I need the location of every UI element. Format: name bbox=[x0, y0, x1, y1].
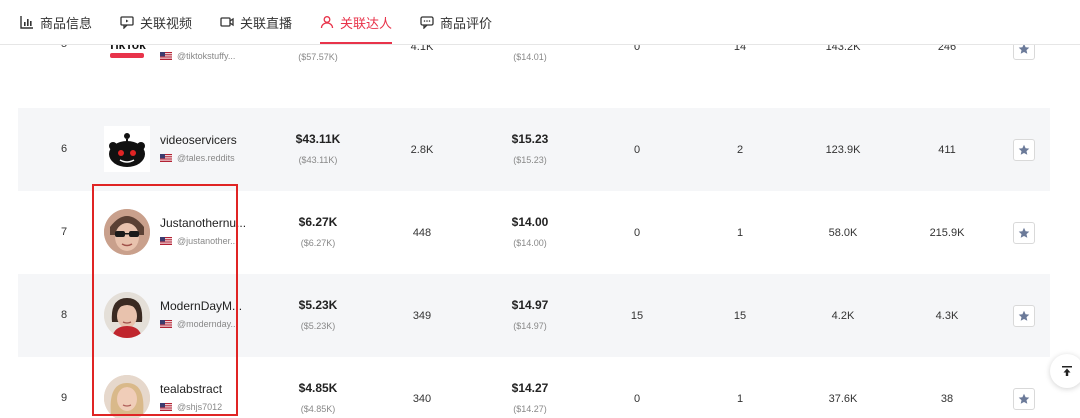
tab-related-creators[interactable]: 关联达人 bbox=[320, 0, 393, 44]
price-value: $14.27 bbox=[511, 381, 549, 395]
tab-label: 商品信息 bbox=[40, 15, 93, 31]
creator-handle-line: @modernday... bbox=[160, 319, 238, 329]
price-sub: ($14.01) bbox=[513, 52, 547, 62]
metric-2: 1 bbox=[736, 393, 744, 405]
price-sub: ($14.97) bbox=[513, 321, 547, 331]
creator-handle: @shjs7012 bbox=[177, 402, 223, 412]
gmv-sub: ($43.11K) bbox=[298, 155, 338, 165]
metric-4: 4.3K bbox=[935, 310, 959, 322]
metric-4: 411 bbox=[938, 144, 956, 156]
creator-handle-line: @tales.reddits bbox=[160, 153, 235, 163]
person-dark-hair-avatar[interactable] bbox=[104, 292, 150, 338]
person-blonde-avatar[interactable] bbox=[104, 375, 150, 418]
creator-name[interactable]: videoservicers bbox=[160, 133, 237, 147]
rank: 6 bbox=[60, 143, 68, 155]
creator-name[interactable]: ModernDayM... bbox=[160, 299, 242, 313]
back-to-top-button[interactable] bbox=[1050, 354, 1080, 388]
creator-name[interactable]: Justanothernu... bbox=[160, 216, 246, 230]
price-value: $15.23 bbox=[511, 132, 549, 146]
rank: 7 bbox=[60, 226, 68, 238]
creator-handle: @tiktokstuffy... bbox=[177, 51, 236, 61]
table-row[interactable]: 6 videoservicers @tales.reddits $43.11K … bbox=[18, 108, 1050, 191]
creator-name[interactable]: tealabstract bbox=[160, 382, 222, 396]
metric-1: 15 bbox=[630, 310, 644, 322]
gmv-value: $5.23K bbox=[298, 298, 338, 312]
metric-2: 1 bbox=[736, 227, 744, 239]
gmv-sub: ($57.57K) bbox=[298, 52, 338, 62]
sold-count: 2.8K bbox=[410, 144, 434, 156]
star-icon bbox=[1018, 393, 1030, 404]
tab-related-live[interactable]: 关联直播 bbox=[220, 0, 292, 44]
metric-2: 15 bbox=[733, 310, 747, 322]
creator-handle-line: @justanother... bbox=[160, 236, 238, 246]
gmv-value: $6.27K bbox=[298, 215, 338, 229]
creator-handle: @justanother... bbox=[177, 236, 238, 246]
tab-bar: 商品信息 关联视频 关联直播 关联达人 商品评价 bbox=[0, 0, 1080, 45]
price-value: $14.00 bbox=[511, 215, 549, 229]
table-row[interactable]: 8 ModernDayM... @modernday... $5.23K ($5… bbox=[18, 274, 1050, 357]
tab-label: 商品评价 bbox=[440, 15, 493, 31]
tab-label: 关联达人 bbox=[340, 15, 393, 31]
gmv-value: $43.11K bbox=[295, 132, 341, 146]
metric-1: 0 bbox=[633, 393, 641, 405]
table-row[interactable]: 7 Justanothernu... @justanother... $6.27… bbox=[18, 191, 1050, 274]
gmv-value: $4.85K bbox=[298, 381, 338, 395]
gmv-sub: ($4.85K) bbox=[300, 404, 336, 414]
star-icon bbox=[1018, 310, 1030, 321]
tab-product-reviews[interactable]: 商品评价 bbox=[420, 0, 492, 44]
metric-2: 2 bbox=[736, 144, 744, 156]
sold-count: 349 bbox=[412, 310, 432, 322]
us-flag-icon bbox=[160, 403, 172, 411]
metric-4: 215.9K bbox=[929, 227, 965, 239]
favorite-button[interactable] bbox=[1013, 388, 1035, 410]
gmv-sub: ($5.23K) bbox=[300, 321, 336, 331]
tab-label: 关联直播 bbox=[240, 15, 293, 31]
metric-1: 0 bbox=[633, 227, 641, 239]
tab-product-info[interactable]: 商品信息 bbox=[20, 0, 92, 44]
favorite-button[interactable] bbox=[1013, 222, 1035, 244]
sold-count: 448 bbox=[412, 227, 432, 239]
sold-count: 340 bbox=[412, 393, 432, 405]
price-sub: ($14.00) bbox=[513, 238, 547, 248]
creator-handle: @tales.reddits bbox=[177, 153, 235, 163]
creator-handle: @modernday... bbox=[177, 319, 238, 329]
favorite-button[interactable] bbox=[1013, 139, 1035, 161]
us-flag-icon bbox=[160, 154, 172, 162]
favorite-button[interactable] bbox=[1013, 305, 1035, 327]
reddit-alien-avatar[interactable] bbox=[104, 126, 150, 172]
bar-chart-icon bbox=[20, 16, 33, 29]
gmv-sub: ($6.27K) bbox=[300, 238, 336, 248]
metric-3: 4.2K bbox=[831, 310, 855, 322]
metric-3: 58.0K bbox=[828, 227, 858, 239]
creator-handle-line: @shjs7012 bbox=[160, 402, 222, 412]
rank: 8 bbox=[60, 309, 68, 321]
person-sunglasses-avatar[interactable] bbox=[104, 209, 150, 255]
star-icon bbox=[1018, 227, 1030, 238]
tab-label: 关联视频 bbox=[140, 15, 193, 31]
table-row[interactable]: 9 tealabstract @shjs7012 $4.85K ($4.85K)… bbox=[18, 357, 1050, 418]
user-icon bbox=[320, 16, 334, 29]
metric-3: 123.9K bbox=[825, 144, 861, 156]
rank: 9 bbox=[60, 392, 68, 404]
us-flag-icon bbox=[160, 237, 172, 245]
price-sub: ($14.27) bbox=[513, 404, 547, 414]
star-icon bbox=[1018, 144, 1030, 155]
us-flag-icon bbox=[160, 52, 172, 60]
live-camera-icon bbox=[220, 17, 234, 27]
creator-handle-line: @tiktokstuffy... bbox=[160, 51, 235, 61]
video-comment-icon bbox=[120, 16, 134, 29]
chat-icon bbox=[420, 16, 434, 29]
metric-4: 38 bbox=[940, 393, 954, 405]
us-flag-icon bbox=[160, 320, 172, 328]
price-value: $14.97 bbox=[511, 298, 549, 312]
metric-1: 0 bbox=[633, 144, 641, 156]
metric-3: 37.6K bbox=[828, 393, 858, 405]
price-sub: ($15.23) bbox=[513, 155, 547, 165]
arrow-up-to-top-icon bbox=[1062, 366, 1072, 376]
tab-related-videos[interactable]: 关联视频 bbox=[120, 0, 192, 44]
